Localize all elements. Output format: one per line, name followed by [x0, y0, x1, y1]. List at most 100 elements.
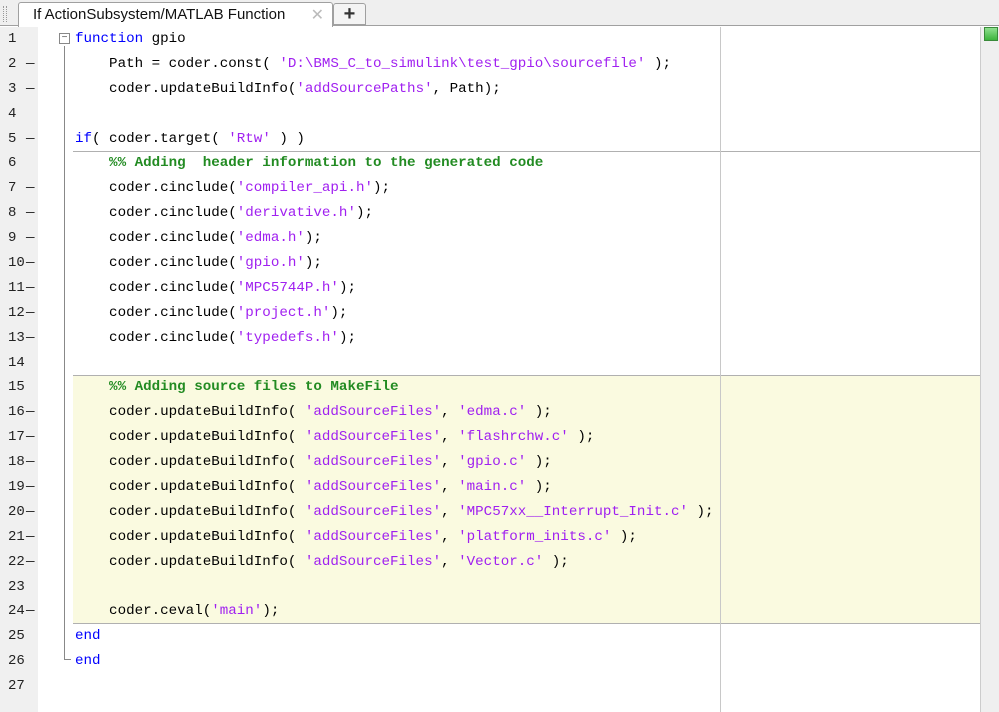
drag-grip-icon[interactable]	[3, 6, 7, 22]
line-number: 22	[8, 550, 26, 575]
code-line[interactable]: 12— coder.cinclude('project.h');	[0, 301, 980, 326]
code-analyzer-strip[interactable]	[980, 27, 999, 712]
breakpoint-marker[interactable]: —	[26, 500, 35, 525]
code-line[interactable]: 18— coder.updateBuildInfo( 'addSourceFil…	[0, 450, 980, 475]
code-line[interactable]: 25end	[0, 624, 980, 649]
code-line[interactable]: 23	[0, 575, 980, 600]
code-text: end	[75, 624, 101, 649]
breakpoint-marker[interactable]: —	[26, 550, 35, 575]
code-token: 'MPC57xx__Interrupt_Init.c'	[458, 504, 688, 520]
breakpoint-marker[interactable]: —	[26, 450, 35, 475]
code-token: end	[75, 653, 101, 669]
code-line[interactable]: 6 %% Adding header information to the ge…	[0, 151, 980, 176]
code-line[interactable]: 21— coder.updateBuildInfo( 'addSourceFil…	[0, 525, 980, 550]
code-text: %% Adding header information to the gene…	[75, 151, 543, 176]
code-line[interactable]: 10— coder.cinclude('gpio.h');	[0, 251, 980, 276]
breakpoint-marker[interactable]: —	[26, 475, 35, 500]
code-token: 'main'	[211, 603, 262, 619]
breakpoint-marker[interactable]: —	[26, 425, 35, 450]
code-token: );	[305, 255, 322, 271]
add-tab-button[interactable]: +	[333, 3, 366, 25]
breakpoint-marker[interactable]: —	[26, 525, 35, 550]
code-line[interactable]: 19— coder.updateBuildInfo( 'addSourceFil…	[0, 475, 980, 500]
line-number: 4	[8, 102, 26, 127]
code-token: coder.cinclude(	[75, 280, 237, 296]
code-token: coder.updateBuildInfo(	[75, 554, 305, 570]
code-token: coder.updateBuildInfo(	[75, 404, 305, 420]
code-line[interactable]: 7— coder.cinclude('compiler_api.h');	[0, 176, 980, 201]
tab-matlab-function[interactable]: If ActionSubsystem/MATLAB Function ✕	[18, 2, 333, 27]
code-line[interactable]: 24— coder.ceval('main');	[0, 599, 980, 624]
code-token: 'platform_inits.c'	[458, 529, 611, 545]
code-token: if	[75, 131, 92, 147]
code-token: );	[688, 504, 714, 520]
code-line[interactable]: 17— coder.updateBuildInfo( 'addSourceFil…	[0, 425, 980, 450]
code-line[interactable]: 15 %% Adding source files to MakeFile	[0, 375, 980, 400]
breakpoint-marker[interactable]: —	[26, 251, 35, 276]
breakpoint-marker[interactable]: —	[26, 276, 35, 301]
code-line[interactable]: 22— coder.updateBuildInfo( 'addSourceFil…	[0, 550, 980, 575]
code-token: 'gpio.h'	[237, 255, 305, 271]
breakpoint-marker[interactable]: —	[26, 301, 35, 326]
code-text: coder.cinclude('edma.h');	[75, 226, 322, 251]
line-number: 17	[8, 425, 26, 450]
line-number: 26	[8, 649, 26, 674]
code-token: 'addSourceFiles'	[305, 429, 441, 445]
line-number: 2	[8, 52, 26, 77]
breakpoint-marker[interactable]: —	[26, 176, 35, 201]
code-token: Path = coder.const(	[75, 56, 279, 72]
code-token: );	[526, 454, 552, 470]
code-line[interactable]: 14	[0, 351, 980, 376]
code-line[interactable]: 27	[0, 674, 980, 699]
code-line[interactable]: 2— Path = coder.const( 'D:\BMS_C_to_simu…	[0, 52, 980, 77]
breakpoint-marker[interactable]: —	[26, 77, 35, 102]
breakpoint-marker[interactable]: —	[26, 226, 35, 251]
code-token: ( coder.target(	[92, 131, 228, 147]
code-token: 'MPC5744P.h'	[237, 280, 339, 296]
analyzer-ok-icon[interactable]	[984, 27, 998, 41]
code-editor[interactable]: 1function gpio2— Path = coder.const( 'D:…	[0, 27, 980, 699]
code-token: ,	[441, 554, 458, 570]
code-line[interactable]: 3— coder.updateBuildInfo('addSourcePaths…	[0, 77, 980, 102]
code-token: coder.updateBuildInfo(	[75, 454, 305, 470]
code-text: coder.updateBuildInfo( 'addSourceFiles',…	[75, 450, 552, 475]
code-token: 'addSourceFiles'	[305, 454, 441, 470]
code-line[interactable]: 20— coder.updateBuildInfo( 'addSourceFil…	[0, 500, 980, 525]
code-line[interactable]: 13— coder.cinclude('typedefs.h');	[0, 326, 980, 351]
code-token: coder.updateBuildInfo(	[75, 529, 305, 545]
code-line[interactable]: 1function gpio	[0, 27, 980, 52]
line-number: 13	[8, 326, 26, 351]
code-token: );	[543, 554, 569, 570]
code-text: coder.updateBuildInfo('addSourcePaths', …	[75, 77, 501, 102]
line-number: 6	[8, 151, 26, 176]
code-token: coder.cinclude(	[75, 330, 237, 346]
code-line[interactable]: 26 end	[0, 649, 980, 674]
breakpoint-marker[interactable]: —	[26, 201, 35, 226]
code-text: coder.cinclude('project.h');	[75, 301, 347, 326]
code-text: coder.cinclude('MPC5744P.h');	[75, 276, 356, 301]
code-token: );	[569, 429, 595, 445]
code-token: );	[262, 603, 279, 619]
code-token: coder.ceval(	[75, 603, 211, 619]
code-line[interactable]: 9— coder.cinclude('edma.h');	[0, 226, 980, 251]
breakpoint-marker[interactable]: —	[26, 400, 35, 425]
code-token: 'edma.h'	[237, 230, 305, 246]
breakpoint-marker[interactable]: —	[26, 127, 35, 152]
code-line[interactable]: 4	[0, 102, 980, 127]
code-text: coder.updateBuildInfo( 'addSourceFiles',…	[75, 525, 637, 550]
code-line[interactable]: 8— coder.cinclude('derivative.h');	[0, 201, 980, 226]
code-token: );	[356, 205, 373, 221]
breakpoint-marker[interactable]: —	[26, 52, 35, 77]
code-line[interactable]: 16— coder.updateBuildInfo( 'addSourceFil…	[0, 400, 980, 425]
close-icon[interactable]: ✕	[311, 5, 324, 25]
line-number: 5	[8, 127, 26, 152]
breakpoint-marker[interactable]: —	[26, 326, 35, 351]
breakpoint-marker[interactable]: —	[26, 599, 35, 624]
code-token: function	[75, 31, 143, 47]
code-token: ,	[441, 454, 458, 470]
tab-bar: If ActionSubsystem/MATLAB Function ✕ +	[0, 0, 999, 26]
line-number: 20	[8, 500, 26, 525]
code-line[interactable]: 11— coder.cinclude('MPC5744P.h');	[0, 276, 980, 301]
code-line[interactable]: 5—if( coder.target( 'Rtw' ) )	[0, 127, 980, 152]
code-text: coder.cinclude('derivative.h');	[75, 201, 373, 226]
